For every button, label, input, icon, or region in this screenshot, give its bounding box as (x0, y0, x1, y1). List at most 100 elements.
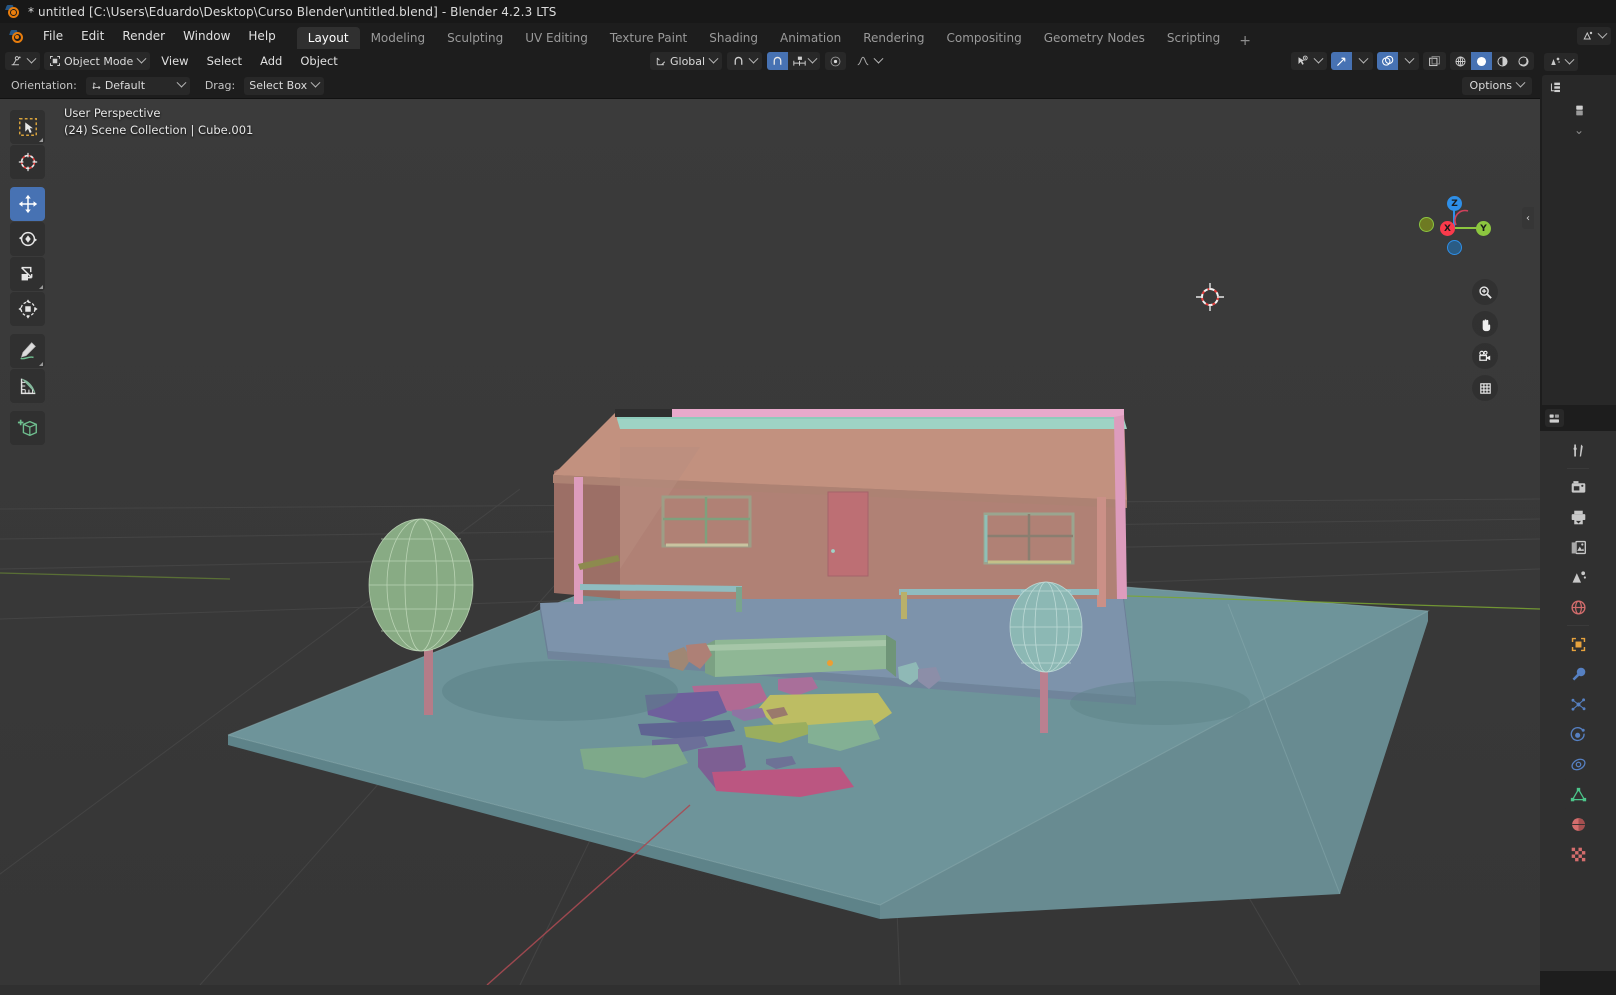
move-tool[interactable] (10, 187, 45, 221)
outliner-display-mode-selector[interactable] (1569, 101, 1589, 119)
outliner-panel[interactable]: ⌄ (1542, 75, 1616, 405)
topbar-right-group (1577, 23, 1616, 49)
snap-to-selector[interactable] (788, 52, 820, 70)
shading-solid-button[interactable] (1471, 52, 1492, 70)
editor-type-properties-selector[interactable] (1544, 53, 1578, 71)
blender-logo-icon (5, 4, 21, 19)
data-properties-tab[interactable] (1563, 779, 1593, 809)
tab-geometry-nodes[interactable]: Geometry Nodes (1033, 27, 1156, 49)
view-layer-properties-tab[interactable] (1563, 532, 1593, 562)
navigation-gizmo[interactable]: Z X Y (1418, 193, 1491, 265)
proportional-falloff-selector[interactable] (851, 52, 887, 70)
transform-orientation-selector[interactable]: Global (650, 52, 723, 70)
drag-value-label: Select Box (249, 79, 308, 92)
pan-view-button[interactable] (1472, 311, 1498, 337)
viewport-menu-object[interactable]: Object (293, 51, 344, 71)
outliner-collapse-chevron[interactable]: ⌄ (1542, 119, 1616, 137)
object-visibility-icon (1298, 55, 1308, 65)
scene-cone-icon (1551, 57, 1560, 65)
transform-tool[interactable] (10, 292, 45, 326)
scene-selector[interactable] (1577, 27, 1611, 45)
shading-material-preview-button[interactable] (1492, 52, 1513, 70)
3d-viewport[interactable]: User Perspective (24) Scene Collection |… (0, 99, 1540, 985)
tool-group-add (10, 411, 46, 445)
editor-type-3dview-icon[interactable] (5, 52, 40, 70)
physics-orbit-icon (1570, 726, 1585, 741)
scale-tool[interactable] (10, 257, 45, 291)
gizmo-axis-y[interactable]: Y (1476, 221, 1491, 236)
cursor-tool[interactable] (10, 145, 45, 179)
gizmo-settings-dropdown[interactable] (1352, 52, 1373, 70)
toggle-perspective-button[interactable] (1472, 375, 1498, 401)
tab-rendering[interactable]: Rendering (852, 27, 935, 49)
add-cube-tool[interactable] (10, 411, 45, 445)
material-properties-tab[interactable] (1563, 809, 1593, 839)
tab-shading[interactable]: Shading (698, 27, 769, 49)
tab-modeling[interactable]: Modeling (360, 27, 437, 49)
viewport-menu-select[interactable]: Select (200, 51, 249, 71)
sidebar-toggle-tab[interactable]: ‹ (1522, 207, 1534, 229)
options-label: Options (1469, 79, 1512, 92)
menu-edit[interactable]: Edit (72, 23, 113, 49)
tab-animation[interactable]: Animation (769, 27, 852, 49)
front-door (827, 491, 869, 577)
options-dropdown[interactable]: Options (1461, 76, 1532, 95)
menu-file[interactable]: File (34, 23, 72, 49)
tab-uv-editing[interactable]: UV Editing (514, 27, 599, 49)
mode-selector[interactable]: Object Mode (44, 52, 151, 70)
proportional-edit-icon (830, 56, 841, 66)
scene-cone-icon (1572, 570, 1586, 583)
render-properties-tab[interactable] (1563, 472, 1593, 502)
texture-properties-tab[interactable] (1563, 839, 1593, 869)
editor-type-outliner-icon[interactable] (1546, 78, 1565, 96)
snap-toggle-button[interactable] (767, 52, 789, 70)
drag-dropdown[interactable]: Select Box (244, 76, 325, 95)
output-properties-tab[interactable] (1563, 502, 1593, 532)
world-properties-tab[interactable] (1563, 592, 1593, 622)
properties-panel[interactable] (1540, 405, 1616, 971)
menu-window[interactable]: Window (174, 23, 239, 49)
tool-properties-tab[interactable] (1563, 435, 1593, 465)
camera-icon (1478, 350, 1490, 361)
camera-view-button[interactable] (1472, 343, 1498, 369)
shading-material-preview-icon (1497, 55, 1508, 67)
rotate-tool[interactable] (10, 222, 45, 256)
overlays-settings-dropdown[interactable] (1398, 52, 1419, 70)
editor-type-properties-icon[interactable] (1545, 409, 1564, 427)
tab-compositing[interactable]: Compositing (935, 27, 1032, 49)
physics-properties-tab[interactable] (1563, 719, 1593, 749)
shading-rendered-button[interactable] (1513, 52, 1534, 70)
tab-scripting[interactable]: Scripting (1156, 27, 1231, 49)
constraint-properties-tab[interactable] (1563, 749, 1593, 779)
wrench-icon (1572, 667, 1585, 680)
object-visibility-selector[interactable] (1291, 52, 1327, 70)
snap-magnet-button[interactable] (727, 52, 763, 70)
add-workspace-button[interactable]: + (1231, 33, 1259, 49)
menu-help[interactable]: Help (239, 23, 284, 49)
object-properties-tab[interactable] (1563, 629, 1593, 659)
overlays-icon (1382, 55, 1394, 66)
blender-menu-icon[interactable] (0, 23, 34, 49)
gizmo-axis-neg-x[interactable] (1419, 217, 1434, 232)
gizmo-toggle-button[interactable] (1331, 52, 1352, 70)
toggle-xray-button[interactable] (1423, 52, 1446, 70)
measure-tool[interactable] (10, 369, 45, 403)
gizmo-axis-neg-z[interactable] (1447, 240, 1462, 255)
modifier-properties-tab[interactable] (1563, 659, 1593, 689)
tweak-select-box-tool[interactable] (10, 110, 45, 144)
orientation-dropdown[interactable]: Default (85, 76, 190, 95)
annotate-tool[interactable] (10, 334, 45, 368)
tab-layout[interactable]: Layout (296, 27, 360, 49)
particle-properties-tab[interactable] (1563, 689, 1593, 719)
gizmo-axis-x[interactable]: X (1440, 221, 1455, 236)
shading-wireframe-button[interactable] (1450, 52, 1471, 70)
scene-properties-tab[interactable] (1563, 562, 1593, 592)
proportional-edit-toggle[interactable] (825, 52, 846, 70)
overlays-toggle-button[interactable] (1377, 52, 1398, 70)
tab-texture-paint[interactable]: Texture Paint (599, 27, 698, 49)
viewport-menu-view[interactable]: View (154, 51, 195, 71)
zoom-view-button[interactable] (1472, 279, 1498, 305)
menu-render[interactable]: Render (113, 23, 174, 49)
viewport-menu-add[interactable]: Add (253, 51, 289, 71)
tab-sculpting[interactable]: Sculpting (436, 27, 514, 49)
